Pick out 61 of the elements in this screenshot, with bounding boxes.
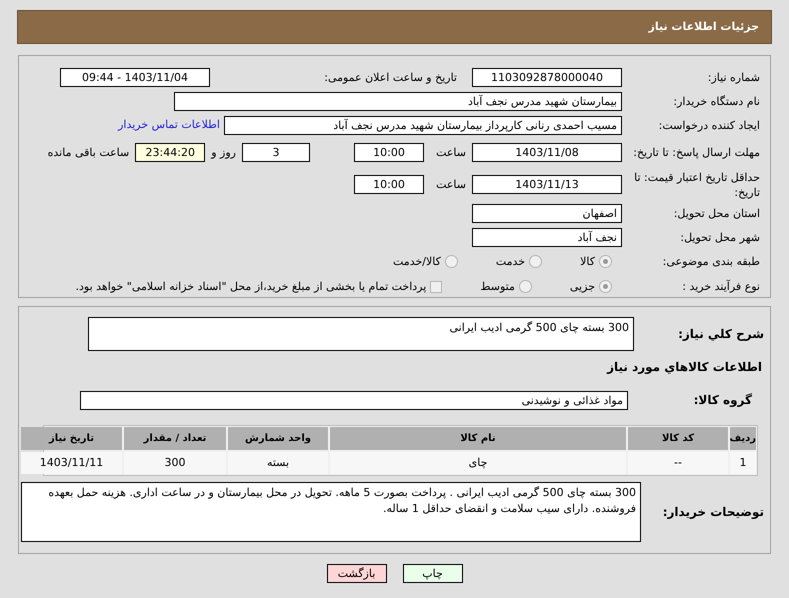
checkbox-label: پرداخت تمام یا بخشی از مبلغ خرید،از محل "اسناد خزانه اسلامی" خواهد بود. xyxy=(76,278,426,295)
text-field[interactable]: اصفهان xyxy=(472,204,622,223)
radio-label: کالا xyxy=(580,254,595,270)
table-cell: بسته xyxy=(228,452,328,474)
radio-label: جزیی xyxy=(570,278,595,295)
text-field[interactable]: 3 xyxy=(242,143,310,162)
radio-label: متوسط xyxy=(480,278,515,295)
field-label: نام دستگاه خریدار: xyxy=(672,94,760,109)
field-label: ساعت xyxy=(435,145,466,160)
notes-textarea[interactable]: 300 بسته چای 500 گرمی ادیب ایرانی . پرداخت بصورت 5 ماهه. تحویل در محل بیمارستان و در ساعت اداری. هزینه حمل بعهده فروشنده. دارای سیب سلامت و انقضای حداقل 1 ساله. xyxy=(21,482,641,542)
field-label: مهلت ارسال پاسخ: تا تاریخ: xyxy=(632,145,760,160)
field-label: نوع فرآیند خرید : xyxy=(681,279,760,294)
buyer-contact-link[interactable]: اطلاعات تماس خریدار xyxy=(118,117,220,134)
radio-button[interactable] xyxy=(444,255,458,268)
text-field[interactable]: نجف آباد xyxy=(472,228,622,247)
field-label: گروه کالا: xyxy=(692,393,753,408)
text-field[interactable]: 1403/11/13 xyxy=(472,175,622,194)
text-field[interactable]: 10:00 xyxy=(354,175,424,194)
radio-button[interactable] xyxy=(529,255,542,268)
column-header: تاریخ نیاز xyxy=(21,427,122,450)
text-field[interactable]: بیمارستان شهید مدرس نجف آباد xyxy=(174,92,622,111)
field-label: استان محل تحویل: xyxy=(672,206,760,221)
column-header: نام کالا xyxy=(330,427,626,450)
text-field[interactable]: مواد غذائی و نوشیدنی xyxy=(80,391,628,410)
table-cell: 1 xyxy=(730,452,756,474)
field-label: شماره نیاز: xyxy=(706,70,760,85)
text-field[interactable]: 10:00 xyxy=(354,143,424,162)
print-button[interactable]: چاپ xyxy=(402,564,462,583)
section-heading: اطلاعات کالاهاي مورد نياز xyxy=(606,359,762,376)
radio-label: کالا/خدمت xyxy=(393,254,441,270)
radio-button[interactable] xyxy=(599,280,612,294)
field-label: ساعت xyxy=(435,177,466,192)
column-header: واحد شمارش xyxy=(228,427,328,450)
radio-button[interactable] xyxy=(518,280,532,294)
field-label: شرح کلي نياز: xyxy=(677,326,764,342)
table-cell: 1403/11/11 xyxy=(21,452,122,474)
back-button[interactable]: بازگشت xyxy=(326,564,386,583)
checkbox[interactable] xyxy=(430,280,442,293)
text-field[interactable]: 1103092878000040 xyxy=(472,68,622,87)
text-field[interactable]: 23:44:20 xyxy=(135,143,206,162)
text-field[interactable]: مسیب احمدی رنانی کارپرداز بیمارستان شهید مدرس نجف آباد xyxy=(224,116,622,135)
summary-textarea[interactable]: 300 بسته چای 500 گرمی ادیب ایرانی xyxy=(88,317,634,351)
column-header: تعداد / مقدار xyxy=(124,427,226,450)
column-header: کد کالا xyxy=(628,427,728,450)
field-label: توضیحات خریدار: xyxy=(662,504,764,520)
field-label: روز و xyxy=(211,145,236,160)
table-cell: چای xyxy=(330,452,626,474)
field-label: حداقل تاریخ اعتبار قیمت: تا تاریخ: xyxy=(633,170,760,200)
radio-label: خدمت xyxy=(496,254,526,270)
table-cell: 300 xyxy=(124,452,226,474)
field-label: ساعت باقی مانده xyxy=(48,145,130,160)
field-label: تاریخ و ساعت اعلان عمومی: xyxy=(323,70,458,85)
radio-button[interactable] xyxy=(599,255,612,268)
column-header: ردیف xyxy=(730,427,756,450)
field-label: شهر محل تحویل: xyxy=(679,230,760,245)
text-field[interactable]: 1403/11/04 - 09:44 xyxy=(60,68,210,87)
field-label: طبقه بندی موضوعی: xyxy=(662,254,760,270)
field-label: ایجاد کننده درخواست: xyxy=(658,118,760,133)
header-title: جزئیات اطلاعات نیاز xyxy=(648,18,759,35)
text-field[interactable]: 1403/11/08 xyxy=(472,143,622,162)
table-cell: -- xyxy=(628,452,728,474)
